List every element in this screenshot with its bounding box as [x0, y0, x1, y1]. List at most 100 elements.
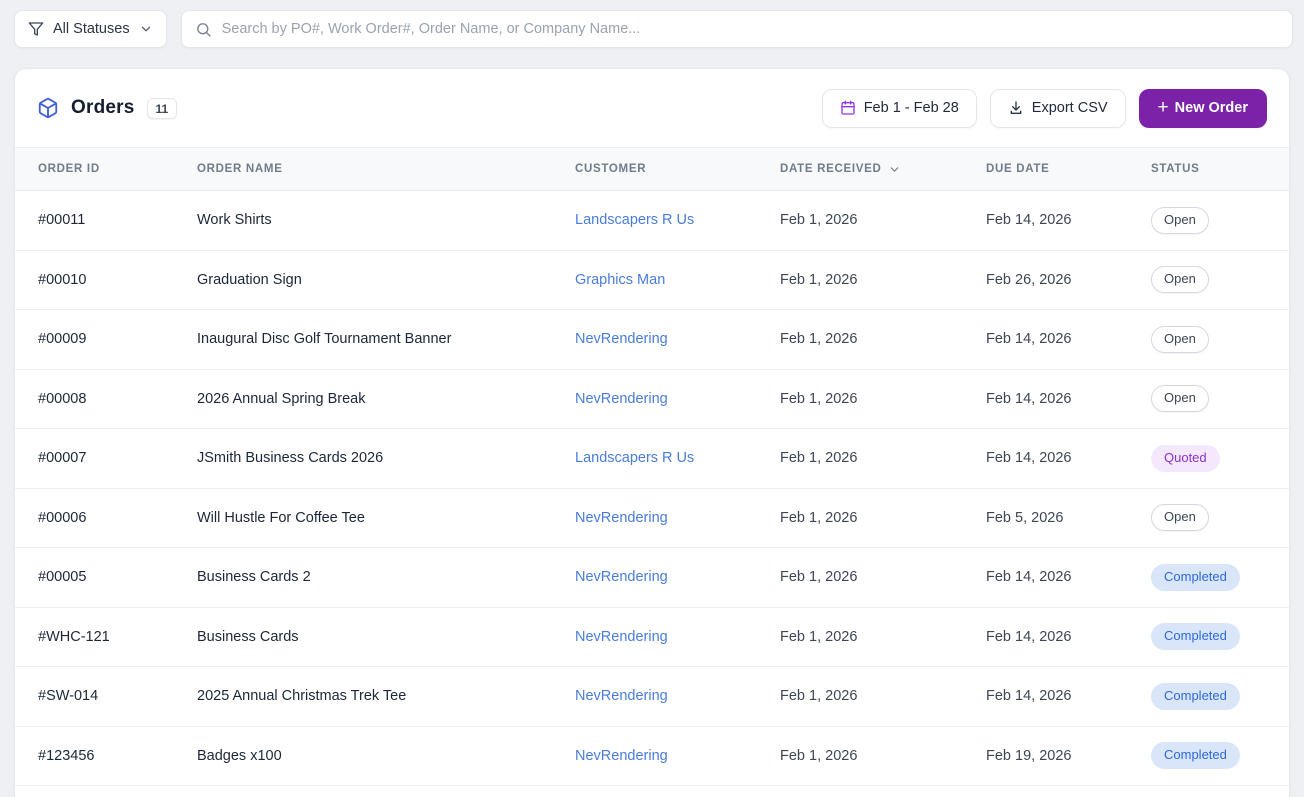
orders-table-body: #00011 Work Shirts Landscapers R Us Feb … [15, 191, 1289, 786]
status-cell: Open [1128, 488, 1289, 548]
status-badge: Open [1151, 385, 1209, 412]
order-name-cell: Inaugural Disc Golf Tournament Banner [174, 310, 552, 370]
customer-link[interactable]: NevRendering [575, 331, 668, 347]
order-id-cell: #00008 [15, 369, 174, 429]
customer-cell: NevRendering [552, 667, 757, 727]
new-order-button[interactable]: + New Order [1139, 89, 1267, 128]
status-cell: Completed [1128, 726, 1289, 786]
date-range-button[interactable]: Feb 1 - Feb 28 [822, 89, 977, 128]
search-input[interactable] [222, 21, 1279, 37]
column-header-due-date: Due Date [963, 148, 1128, 191]
orders-title-group: Orders 11 [37, 97, 177, 119]
customer-cell: Landscapers R Us [552, 191, 757, 251]
status-badge: Completed [1151, 564, 1240, 591]
date-received-cell: Feb 1, 2026 [757, 369, 963, 429]
table-row[interactable]: #WHC-121 Business Cards NevRendering Feb… [15, 607, 1289, 667]
date-received-cell: Feb 1, 2026 [757, 250, 963, 310]
order-id-cell: #00006 [15, 488, 174, 548]
customer-link[interactable]: NevRendering [575, 391, 668, 407]
table-row[interactable]: #123456 Badges x100 NevRendering Feb 1, … [15, 726, 1289, 786]
customer-cell: NevRendering [552, 726, 757, 786]
column-header-date-received[interactable]: Date Received [757, 148, 963, 191]
customer-link[interactable]: Landscapers R Us [575, 450, 694, 466]
customer-link[interactable]: NevRendering [575, 688, 668, 704]
status-badge: Completed [1151, 683, 1240, 710]
table-row[interactable]: #00006 Will Hustle For Coffee Tee NevRen… [15, 488, 1289, 548]
orders-card-header: Orders 11 Feb 1 - Feb 28 Export CSV + Ne… [15, 69, 1289, 147]
header-actions: Feb 1 - Feb 28 Export CSV + New Order [822, 89, 1267, 128]
order-name-cell: Business Cards [174, 607, 552, 667]
customer-cell: NevRendering [552, 607, 757, 667]
customer-cell: NevRendering [552, 548, 757, 608]
due-date-cell: Feb 5, 2026 [963, 488, 1128, 548]
order-name-cell: Badges x100 [174, 726, 552, 786]
status-badge: Open [1151, 326, 1209, 353]
table-row[interactable]: #00011 Work Shirts Landscapers R Us Feb … [15, 191, 1289, 251]
customer-link[interactable]: NevRendering [575, 510, 668, 526]
order-name-cell: 2025 Annual Christmas Trek Tee [174, 667, 552, 727]
orders-count-badge: 11 [147, 98, 178, 119]
date-received-cell: Feb 1, 2026 [757, 607, 963, 667]
order-name-cell: Will Hustle For Coffee Tee [174, 488, 552, 548]
export-csv-button[interactable]: Export CSV [990, 89, 1126, 128]
date-received-cell: Feb 1, 2026 [757, 726, 963, 786]
order-id-cell: #00010 [15, 250, 174, 310]
customer-cell: Landscapers R Us [552, 429, 757, 489]
column-header-customer: Customer [552, 148, 757, 191]
due-date-cell: Feb 14, 2026 [963, 548, 1128, 608]
date-received-cell: Feb 1, 2026 [757, 191, 963, 251]
status-badge: Completed [1151, 623, 1240, 650]
due-date-cell: Feb 14, 2026 [963, 429, 1128, 489]
customer-link[interactable]: Graphics Man [575, 272, 665, 288]
order-name-cell: Business Cards 2 [174, 548, 552, 608]
order-name-cell: 2026 Annual Spring Break [174, 369, 552, 429]
orders-card: Orders 11 Feb 1 - Feb 28 Export CSV + Ne… [14, 68, 1290, 797]
customer-link[interactable]: Landscapers R Us [575, 212, 694, 228]
calendar-icon [840, 100, 856, 116]
customer-link[interactable]: NevRendering [575, 748, 668, 764]
orders-table: Order ID Order Name Customer Date Receiv… [15, 147, 1289, 786]
status-badge: Open [1151, 207, 1209, 234]
status-filter-dropdown[interactable]: All Statuses [14, 10, 167, 48]
plus-icon: + [1158, 98, 1169, 117]
order-id-cell: #00009 [15, 310, 174, 370]
customer-link[interactable]: NevRendering [575, 629, 668, 645]
due-date-cell: Feb 14, 2026 [963, 607, 1128, 667]
order-id-cell: #SW-014 [15, 667, 174, 727]
new-order-label: New Order [1175, 100, 1248, 116]
status-cell: Completed [1128, 607, 1289, 667]
status-badge: Open [1151, 266, 1209, 293]
table-row[interactable]: #00008 2026 Annual Spring Break NevRende… [15, 369, 1289, 429]
table-row[interactable]: #00010 Graduation Sign Graphics Man Feb … [15, 250, 1289, 310]
customer-cell: NevRendering [552, 369, 757, 429]
due-date-cell: Feb 14, 2026 [963, 310, 1128, 370]
status-cell: Quoted [1128, 429, 1289, 489]
date-received-cell: Feb 1, 2026 [757, 429, 963, 489]
date-range-label: Feb 1 - Feb 28 [864, 100, 959, 116]
chevron-down-icon [139, 22, 153, 36]
order-id-cell: #123456 [15, 726, 174, 786]
sort-chevron-down-icon [888, 163, 901, 176]
order-id-cell: #00007 [15, 429, 174, 489]
export-csv-label: Export CSV [1032, 100, 1108, 116]
date-received-cell: Feb 1, 2026 [757, 667, 963, 727]
status-cell: Completed [1128, 548, 1289, 608]
date-received-cell: Feb 1, 2026 [757, 310, 963, 370]
search-bar[interactable] [181, 10, 1293, 48]
due-date-cell: Feb 14, 2026 [963, 191, 1128, 251]
customer-link[interactable]: NevRendering [575, 569, 668, 585]
top-bar: All Statuses [0, 0, 1304, 48]
status-cell: Open [1128, 310, 1289, 370]
order-name-cell: Graduation Sign [174, 250, 552, 310]
customer-cell: Graphics Man [552, 250, 757, 310]
status-badge: Open [1151, 504, 1209, 531]
table-row[interactable]: #SW-014 2025 Annual Christmas Trek Tee N… [15, 667, 1289, 727]
date-received-cell: Feb 1, 2026 [757, 488, 963, 548]
status-filter-label: All Statuses [53, 21, 130, 37]
order-name-cell: JSmith Business Cards 2026 [174, 429, 552, 489]
table-row[interactable]: #00007 JSmith Business Cards 2026 Landsc… [15, 429, 1289, 489]
order-name-cell: Work Shirts [174, 191, 552, 251]
due-date-cell: Feb 26, 2026 [963, 250, 1128, 310]
table-row[interactable]: #00009 Inaugural Disc Golf Tournament Ba… [15, 310, 1289, 370]
table-row[interactable]: #00005 Business Cards 2 NevRendering Feb… [15, 548, 1289, 608]
